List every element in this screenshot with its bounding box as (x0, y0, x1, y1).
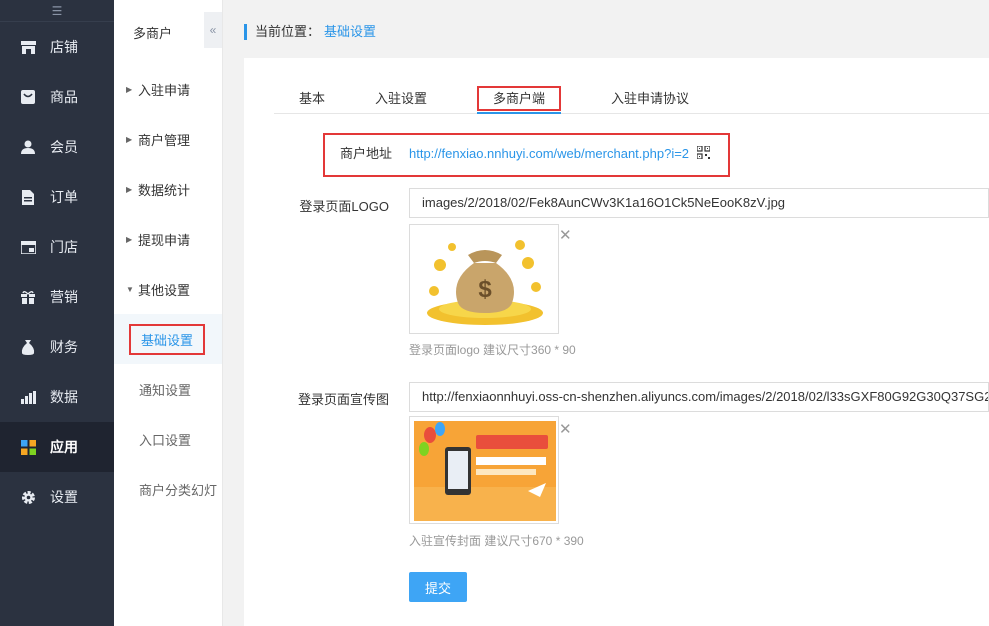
caret-right-icon: ▶ (126, 184, 133, 194)
caret-down-icon: ▼ (126, 284, 134, 294)
sidebar-item-apps[interactable]: 应用 (0, 422, 114, 472)
sidebar-item-settings[interactable]: 设置 (0, 472, 114, 522)
gift-icon (20, 289, 36, 305)
remove-banner-icon[interactable]: ✕ (559, 422, 572, 437)
tab-entry-agreement[interactable]: 入驻申请协议 (611, 80, 689, 113)
logo-path-input[interactable]: images/2/2018/02/Fek8AunCWv3K1a16O1Ck5Ne… (409, 188, 989, 218)
banner-preview-image (409, 416, 559, 524)
qr-code-icon[interactable] (697, 146, 710, 159)
bar-chart-icon (20, 389, 36, 405)
tab-merchant-end[interactable]: 多商户端 (477, 80, 562, 114)
money-bag-icon (20, 339, 36, 355)
main-sidebar: ☰ 店铺 商品 会员 订单 门店 营销 财务 数据 应用 设置 (0, 0, 114, 626)
tab-entry-settings[interactable]: 入驻设置 (375, 80, 427, 113)
tab-bar: 基本 入驻设置 多商户端 入驻申请协议 (274, 80, 989, 114)
subnav-item-category-slides[interactable]: 商户分类幻灯 (114, 464, 222, 514)
subnav-group-withdraw[interactable]: ▶ 提现申请 (114, 214, 222, 264)
sidebar-item-goods[interactable]: 商品 (0, 72, 114, 122)
subnav-title: 多商户 « (114, 0, 222, 64)
sidebar-item-member[interactable]: 会员 (0, 122, 114, 172)
collapse-double-chevron-icon[interactable]: « (204, 12, 222, 48)
subnav-group-apply[interactable]: ▶ 入驻申请 (114, 64, 222, 114)
subnav-item-entry-settings[interactable]: 入口设置 (114, 414, 222, 464)
svg-text:$: $ (478, 276, 492, 303)
logo-preview-image: $ (409, 224, 559, 334)
sidebar-item-store[interactable]: 店铺 (0, 22, 114, 72)
apps-icon (20, 439, 36, 455)
sidebar-item-label: 数据 (50, 389, 78, 405)
sidebar-item-label: 会员 (50, 139, 78, 155)
sidebar-item-marketing[interactable]: 营销 (0, 272, 114, 322)
logo-field-label: 登录页面LOGO (299, 199, 389, 214)
promo-banner-image (414, 421, 556, 521)
subnav-group-merchant-manage[interactable]: ▶ 商户管理 (114, 114, 222, 164)
menu-toggle-icon[interactable]: ☰ (0, 0, 114, 22)
caret-right-icon: ▶ (126, 234, 133, 244)
sidebar-item-label: 订单 (50, 189, 78, 205)
subnav-group-statistics[interactable]: ▶ 数据统计 (114, 164, 222, 214)
breadcrumb: 当前位置： 基础设置 (244, 24, 376, 40)
sidebar-item-order[interactable]: 订单 (0, 172, 114, 222)
money-bag-image: $ (427, 240, 543, 325)
sidebar-item-label: 设置 (50, 489, 78, 505)
merchant-address-link[interactable]: http://fenxiao.nnhuyi.com/web/merchant.p… (409, 146, 689, 161)
sub-sidebar: 多商户 « ▶ 入驻申请 ▶ 商户管理 ▶ 数据统计 ▶ 提现申请 ▼ 其他设置 基础设置… (114, 0, 223, 626)
store-icon (20, 39, 36, 55)
sidebar-item-finance[interactable]: 财务 (0, 322, 114, 372)
caret-right-icon: ▶ (126, 84, 133, 94)
tab-basic[interactable]: 基本 (299, 80, 325, 113)
shop-icon (20, 239, 36, 255)
member-icon (20, 139, 36, 155)
breadcrumb-current[interactable]: 基础设置 (324, 24, 376, 39)
order-icon (20, 189, 36, 205)
sidebar-item-data[interactable]: 数据 (0, 372, 114, 422)
sidebar-item-label: 商品 (50, 89, 78, 105)
sidebar-item-label: 财务 (50, 339, 78, 355)
submit-button[interactable]: 提交 (409, 572, 467, 602)
caret-right-icon: ▶ (126, 134, 133, 144)
sidebar-item-shop[interactable]: 门店 (0, 222, 114, 272)
gear-icon (20, 489, 36, 505)
subnav-item-basic-settings[interactable]: 基础设置 (114, 314, 222, 364)
subnav-group-other-settings[interactable]: ▼ 其他设置 (114, 264, 222, 314)
banner-path-input[interactable]: http://fenxiaonnhuyi.oss-cn-shenzhen.ali… (409, 382, 989, 412)
subnav-item-notify-settings[interactable]: 通知设置 (114, 364, 222, 414)
goods-icon (20, 89, 36, 105)
logo-size-hint: 登录页面logo 建议尺寸360 * 90 (409, 343, 576, 357)
banner-size-hint: 入驻宣传封面 建议尺寸670 * 390 (409, 534, 584, 548)
banner-field-label: 登录页面宣传图 (297, 392, 389, 407)
sidebar-item-label: 营销 (50, 289, 78, 305)
sidebar-item-label: 应用 (50, 439, 78, 455)
remove-logo-icon[interactable]: ✕ (559, 228, 572, 243)
sidebar-item-label: 门店 (50, 239, 78, 255)
sidebar-item-label: 店铺 (50, 39, 78, 55)
main-panel: 基本 入驻设置 多商户端 入驻申请协议 商户地址 http://fenxiao.… (244, 58, 989, 626)
merchant-address-label: 商户地址 (340, 146, 393, 161)
